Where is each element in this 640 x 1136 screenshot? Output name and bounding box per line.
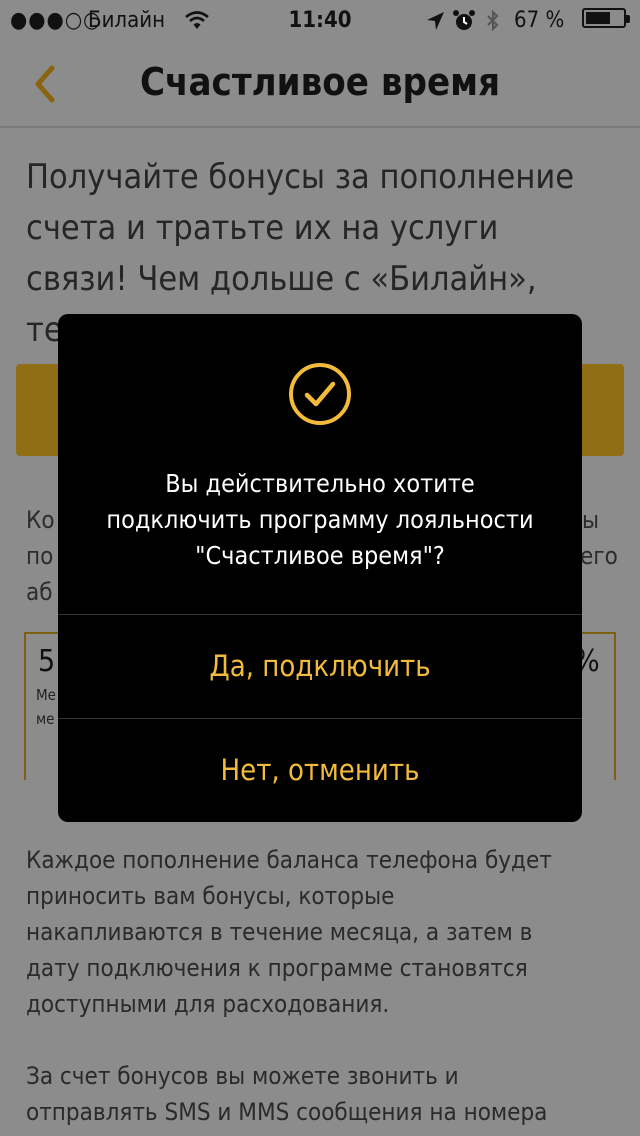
alarm-icon [452, 8, 476, 41]
partial-line: ы [582, 506, 600, 534]
intro-line: связи! Чем дольше с «Билайн», [26, 259, 537, 299]
description-text: Каждое пополнение баланса телефона будет… [26, 842, 616, 1022]
ribbon-caption: Ме [36, 686, 56, 704]
dialog-message: Вы действительно хотите подключить прогр… [58, 466, 582, 574]
bluetooth-icon [484, 8, 502, 41]
cancel-button[interactable]: Нет, отменить [58, 718, 582, 822]
partial-line: его [580, 542, 618, 570]
navigation-bar: Счастливое время [0, 40, 640, 128]
status-bar: ●●●○○ Билайн 11:40 67 % [0, 0, 640, 40]
description-line: Каждое пополнение баланса телефона будет [26, 846, 552, 874]
description-line: приносить вам бонусы, которые [26, 882, 395, 910]
battery-percent: 67 % [514, 8, 565, 33]
description-line: отправлять SMS и MMS сообщения на номера [26, 1098, 548, 1126]
intro-line: Получайте бонусы за пополнение [26, 157, 575, 197]
dialog-message-line: подключить программу лояльности [106, 505, 534, 534]
description-line: За счет бонусов вы можете звонить и [26, 1062, 459, 1090]
battery-fill [586, 12, 610, 24]
page-title: Счастливое время [139, 60, 501, 104]
dialog-message-line: "Счастливое время"? [195, 541, 445, 570]
intro-line: счета и тратьте их на услуги [26, 208, 499, 248]
ribbon-caption: ме [36, 710, 55, 728]
description-line: доступными для расходования. [26, 990, 390, 1018]
dialog-message-line: Вы действительно хотите [165, 469, 475, 498]
confirm-button[interactable]: Да, подключить [58, 614, 582, 718]
partial-text-right: ы его [580, 502, 620, 574]
confirm-dialog: Вы действительно хотите подключить прогр… [58, 314, 582, 822]
description-line: дату подключения к программе становятся [26, 954, 528, 982]
ribbon-value: 5 [38, 644, 56, 679]
location-icon [424, 8, 446, 41]
description-line: накапливаются в течение месяца, а затем … [26, 918, 533, 946]
checkmark-circle-icon [288, 362, 352, 426]
battery-icon [582, 8, 630, 28]
description-text-2: За счет бонусов вы можете звонить и отпр… [26, 1058, 626, 1130]
